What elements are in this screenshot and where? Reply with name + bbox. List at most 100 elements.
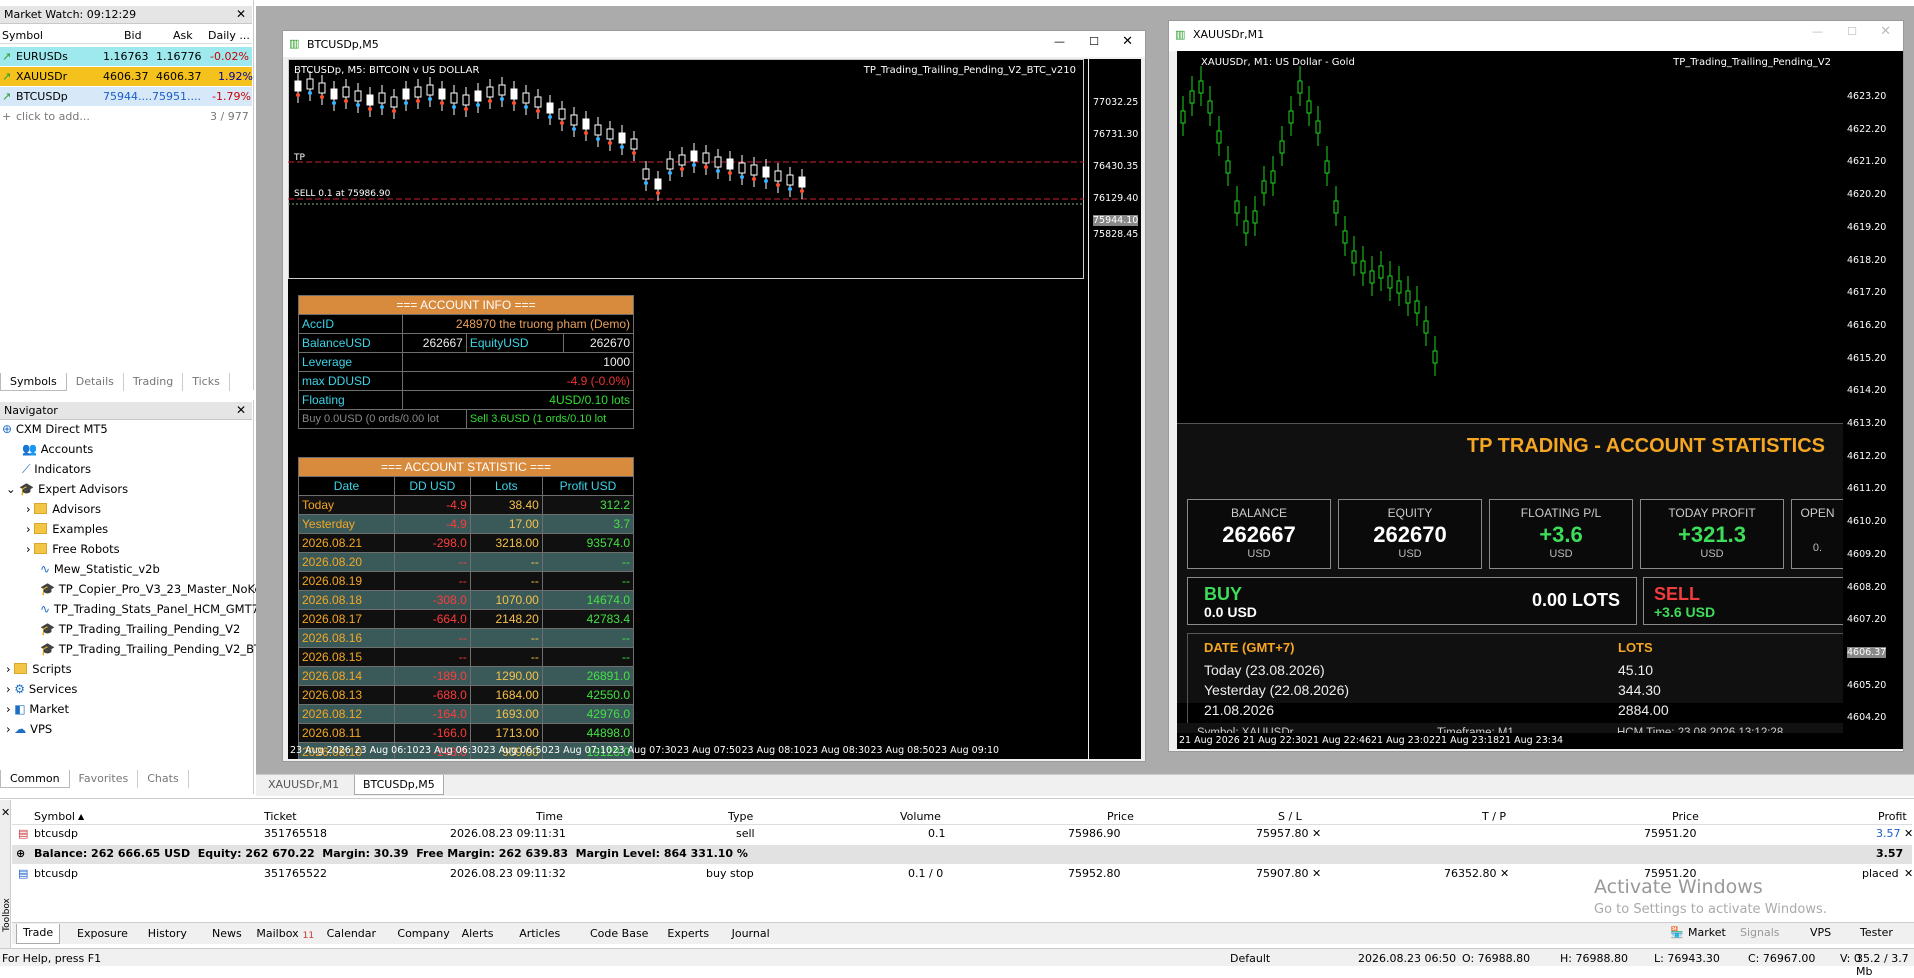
card-label: OPEN	[1800, 506, 1835, 520]
xau-chart-area[interactable]: XAUUSDr, M1: US Dollar - Gold TP_Trading…	[1177, 51, 1843, 749]
nav-indicators[interactable]: ⟋ Indicators	[22, 462, 91, 482]
sell-box: SELL +3.6 USD	[1643, 577, 1843, 625]
col-daily[interactable]: Daily ...	[208, 29, 250, 42]
stat-cell: 1070.00	[469, 590, 543, 610]
tab-mailbox[interactable]: Mailbox	[256, 927, 298, 940]
col-header[interactable]: Price	[1672, 810, 1699, 823]
xau-chart-window[interactable]: ▥ XAUUSDr,M1 — ☐ ✕ XAUUSDr, M1: US Dolla…	[1168, 20, 1904, 752]
col-header[interactable]: Volume	[900, 810, 941, 823]
tab-symbols[interactable]: Symbols	[0, 373, 67, 391]
trade-marker	[764, 179, 768, 183]
trade-row[interactable]: ▤ btcusdp 351765518 2026.08.23 09:11:31 …	[12, 825, 1913, 844]
nav-advisors[interactable]: › Advisors	[26, 502, 101, 522]
nav-scripts[interactable]: › Scripts	[6, 662, 72, 682]
tab-code-base[interactable]: Code Base	[590, 927, 648, 940]
tab-ticks[interactable]: Ticks	[183, 373, 230, 391]
nav-ea-item[interactable]: ∿ TP_Trading_Stats_Panel_HCM_GMT7	[40, 602, 259, 622]
col-header[interactable]: Time	[536, 810, 563, 823]
btc-chart-window[interactable]: ▥ BTCUSDp,M5 — ☐ ✕ BTCUSDp, M5: BITCOIN …	[282, 30, 1146, 762]
tab-company[interactable]: Company	[397, 927, 449, 940]
trade-marker	[740, 175, 744, 179]
stat-header: Profit USD	[541, 476, 635, 496]
nav-ea-item[interactable]: 🎓 TP_Trading_Trailing_Pending_V2	[40, 622, 240, 642]
price-tick: 4618.20	[1847, 254, 1887, 266]
market-watch-row[interactable]: ↗ EURUSDs 1.16763 1.16776 -0.02%	[0, 47, 252, 66]
tab-chats[interactable]: Chats	[138, 770, 189, 788]
tab-signals[interactable]: Signals	[1740, 926, 1780, 939]
tab-xauusdr[interactable]: XAUUSDr,M1	[268, 778, 339, 791]
nav-ea-item[interactable]: 🎓 TP_Copier_Pro_V3_23_Master_NoKey	[40, 582, 268, 602]
delete-order-icon[interactable]: ✕	[1904, 867, 1913, 880]
close-icon[interactable]: ✕	[236, 7, 246, 21]
minimize-icon[interactable]: —	[1812, 25, 1823, 38]
col-header[interactable]: T / P	[1482, 810, 1506, 823]
nav-free-robots[interactable]: › Free Robots	[26, 542, 120, 562]
close-icon[interactable]: ✕	[236, 403, 246, 417]
tab-news[interactable]: News	[212, 927, 242, 940]
buy-box: BUY 0.0 USD 0.00 LOTS	[1187, 577, 1637, 625]
nav-accounts[interactable]: 👥 Accounts	[22, 442, 93, 462]
summary-profit: 3.57	[1876, 847, 1904, 860]
status-profile[interactable]: Default	[1230, 952, 1270, 965]
xau-window-titlebar[interactable]: ▥ XAUUSDr,M1 — ☐ ✕	[1169, 21, 1903, 51]
close-icon[interactable]: ✕	[1, 806, 10, 819]
tab-tester[interactable]: Tester	[1860, 926, 1893, 939]
remove-tp-icon[interactable]: ✕	[1500, 867, 1509, 880]
col-bid[interactable]: Bid	[124, 29, 142, 42]
market-watch-row[interactable]: ↗ BTCUSDp 75944.... 75951.... -1.79%	[0, 87, 252, 106]
add-symbol-row[interactable]: + click to add... 3 / 977	[0, 107, 252, 126]
cell-volume: 0.1	[928, 827, 946, 840]
minimize-icon[interactable]: —	[1054, 35, 1065, 48]
tab-journal[interactable]: Journal	[732, 927, 770, 940]
nav-expert-advisors[interactable]: ⌄ 🎓 Expert Advisors	[6, 482, 128, 502]
tab-exposure[interactable]: Exposure	[77, 927, 128, 940]
tab-market[interactable]: Market	[1688, 926, 1726, 939]
btc-chart-area[interactable]: BTCUSDp, M5: BITCOIN v US DOLLAR TP_Trad…	[288, 59, 1088, 759]
col-symbol[interactable]: Symbol	[2, 29, 43, 42]
cell-sl: 75957.80	[1256, 827, 1309, 840]
maximize-icon[interactable]: ☐	[1847, 25, 1857, 38]
tab-history[interactable]: History	[148, 927, 187, 940]
tab-articles[interactable]: Articles	[519, 927, 560, 940]
candle-body	[1423, 320, 1429, 334]
nav-broker[interactable]: ⊕ CXM Direct MT5	[2, 422, 108, 442]
tab-trade[interactable]: Trade	[16, 924, 61, 944]
tab-trading[interactable]: Trading	[124, 373, 184, 391]
trade-marker	[680, 167, 684, 171]
daily-change: -1.79%	[212, 90, 251, 103]
close-icon[interactable]: ✕	[1880, 24, 1891, 39]
col-header[interactable]: Symbol	[34, 810, 75, 823]
candle-body	[1288, 110, 1294, 124]
close-position-icon[interactable]: ✕	[1904, 827, 1913, 840]
maximize-icon[interactable]: ☐	[1089, 35, 1099, 48]
tab-alerts[interactable]: Alerts	[462, 927, 494, 940]
nav-services[interactable]: › ⚙ Services	[6, 682, 77, 702]
market-watch-row[interactable]: ↗ XAUUSDr 4606.37 4606.37 1.92%	[0, 67, 253, 86]
nav-vps[interactable]: › ☁ VPS	[6, 722, 52, 742]
col-header[interactable]: Type	[728, 810, 753, 823]
expand-icon[interactable]: ⊕	[16, 847, 25, 860]
tab-favorites[interactable]: Favorites	[70, 770, 139, 788]
col-header[interactable]: Profit	[1878, 810, 1907, 823]
nav-ea-item[interactable]: 🎓 TP_Trading_Trailing_Pending_V2_BTC	[40, 642, 268, 662]
tab-experts[interactable]: Experts	[667, 927, 709, 940]
market-watch-panel: Market Watch: 09:12:29 ✕ Symbol Bid Ask D…	[0, 0, 254, 391]
remove-sl-icon[interactable]: ✕	[1312, 867, 1321, 880]
col-ask[interactable]: Ask	[173, 29, 193, 42]
tab-details[interactable]: Details	[67, 373, 124, 391]
col-header[interactable]: S / L	[1278, 810, 1302, 823]
nav-market[interactable]: › ◧ Market	[6, 702, 69, 722]
time-tick: 23 Aug 07:10	[548, 745, 613, 756]
nav-ea-item[interactable]: ∿ Mew_Statistic_v2b	[40, 562, 160, 582]
tab-vps[interactable]: VPS	[1810, 926, 1831, 939]
nav-examples[interactable]: › Examples	[26, 522, 108, 542]
col-header[interactable]: Price	[1107, 810, 1134, 823]
stat-cell: 1713.00	[469, 723, 543, 743]
close-icon[interactable]: ✕	[1122, 34, 1133, 49]
tab-btcusdp[interactable]: BTCUSDp,M5	[354, 775, 444, 795]
tab-common[interactable]: Common	[0, 770, 70, 788]
tab-calendar[interactable]: Calendar	[327, 927, 376, 940]
remove-sl-icon[interactable]: ✕	[1312, 827, 1321, 840]
col-header[interactable]: Ticket	[264, 810, 297, 823]
btc-window-titlebar[interactable]: ▥ BTCUSDp,M5 — ☐ ✕	[283, 31, 1145, 57]
